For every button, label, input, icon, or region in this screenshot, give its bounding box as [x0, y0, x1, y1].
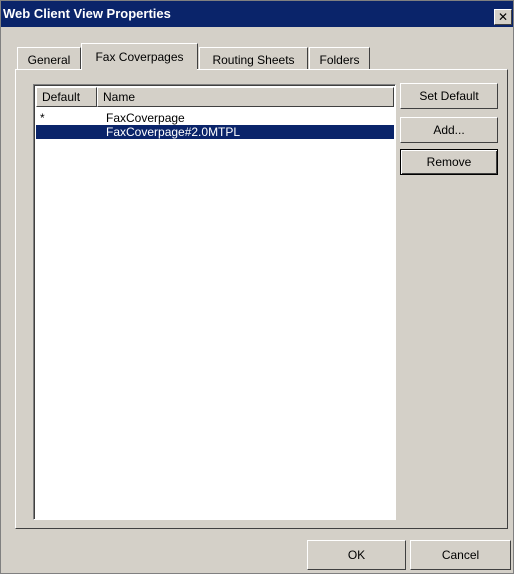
column-header-name-label: Name	[103, 90, 136, 104]
close-icon: ✕	[497, 10, 509, 24]
list-item[interactable]: * FaxCoverpage	[36, 111, 394, 125]
column-header-name[interactable]: Name	[97, 87, 394, 107]
tab-general-label: General	[27, 52, 71, 67]
list-header: Default Name	[36, 87, 394, 107]
remove-button[interactable]: Remove	[400, 149, 498, 175]
properties-dialog: Web Client View Properties ✕ General Fax…	[0, 0, 514, 574]
close-button[interactable]: ✕	[494, 9, 512, 25]
tab-fax-coverpages-label: Fax Coverpages	[95, 49, 184, 64]
set-default-button[interactable]: Set Default	[400, 83, 498, 109]
add-button[interactable]: Add...	[400, 117, 498, 143]
set-default-label: Set Default	[419, 89, 479, 103]
tab-general[interactable]: General	[17, 47, 81, 71]
coverpage-name: FaxCoverpage#2.0MTPL	[106, 125, 241, 139]
tab-routing-sheets[interactable]: Routing Sheets	[199, 47, 308, 71]
ok-label: OK	[347, 548, 366, 562]
tab-fax-coverpages[interactable]: Fax Coverpages	[81, 43, 198, 71]
tab-folders-label: Folders	[319, 52, 360, 67]
tab-folders[interactable]: Folders	[309, 47, 370, 71]
remove-label: Remove	[426, 155, 472, 169]
coverpage-name: FaxCoverpage	[106, 111, 185, 125]
window-title: Web Client View Properties	[3, 6, 171, 21]
tab-routing-sheets-label: Routing Sheets	[212, 52, 295, 67]
title-bar[interactable]: Web Client View Properties ✕	[1, 1, 513, 27]
column-header-default-label: Default	[42, 90, 81, 104]
ok-button[interactable]: OK	[307, 540, 406, 570]
add-label: Add...	[433, 123, 465, 137]
list-item-selected[interactable]: FaxCoverpage#2.0MTPL	[36, 125, 394, 139]
cancel-label: Cancel	[441, 548, 480, 562]
column-header-default[interactable]: Default	[36, 87, 97, 107]
coverpage-list[interactable]: Default Name * FaxCoverpage FaxCoverpage…	[33, 84, 396, 520]
default-marker: *	[40, 111, 45, 125]
cancel-button[interactable]: Cancel	[410, 540, 511, 570]
